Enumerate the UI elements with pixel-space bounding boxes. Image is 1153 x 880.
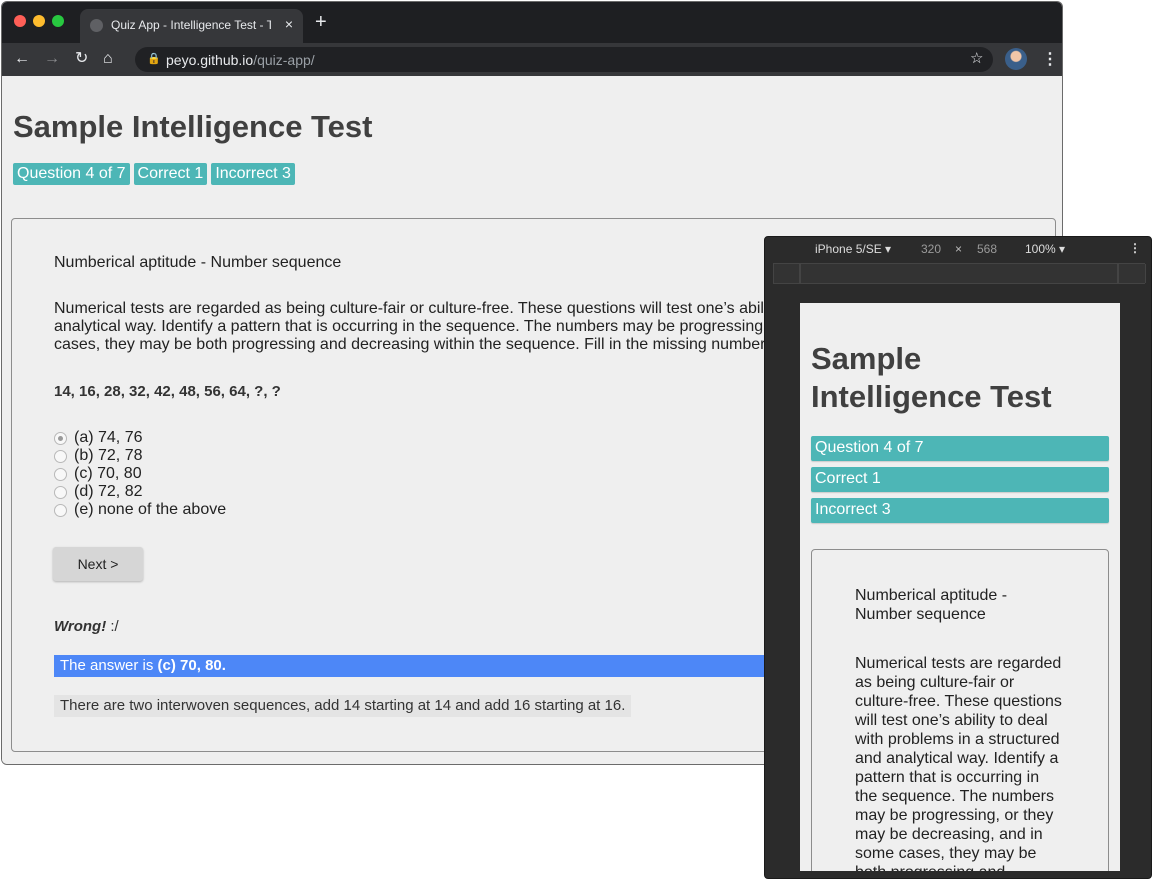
device-select[interactable]: iPhone 5/SE ▾ (815, 242, 891, 256)
option-a[interactable]: (a) 74, 76 (54, 429, 226, 447)
ruler-segment-right[interactable] (1117, 264, 1146, 283)
ruler-segment-middle[interactable] (799, 264, 1119, 283)
mobile-question-category: Numberical aptitude - Number sequence (855, 587, 1008, 623)
page-title: Sample Intelligence Test (13, 109, 373, 144)
mobile-incorrect-count-badge: Incorrect 3 (811, 498, 1109, 523)
answer-value: (c) 70, 80. (157, 657, 226, 674)
question-category: Numberical aptitude - Number sequence (54, 254, 342, 271)
device-toolbar: iPhone 5/SE ▾ 320 × 568 100% ▾ ⋮ (765, 237, 1151, 263)
answer-prefix: The answer is (60, 657, 158, 674)
option-c[interactable]: (c) 70, 80 (54, 465, 226, 483)
option-e[interactable]: (e) none of the above (54, 501, 226, 519)
forward-arrow-icon[interactable]: → (44, 49, 60, 69)
minimize-window-button[interactable] (33, 15, 45, 27)
lock-icon[interactable]: 🔒 (147, 52, 161, 65)
option-e-label: (e) none of the above (74, 501, 227, 518)
option-d[interactable]: (d) 72, 82 (54, 483, 226, 501)
option-d-label: (d) 72, 82 (74, 483, 143, 500)
radio-option-a[interactable] (54, 431, 67, 445)
number-sequence: 14, 16, 28, 32, 42, 48, 56, 64, ?, ? (54, 383, 281, 400)
next-button[interactable]: Next > (53, 547, 143, 581)
mobile-page-title: Sample Intelligence Test (811, 341, 1052, 414)
option-b-label: (b) 72, 78 (74, 447, 143, 464)
mobile-question-description: Numerical tests are regarded as being cu… (855, 655, 1062, 871)
mobile-question-card: Numberical aptitude - Number sequence Nu… (811, 549, 1109, 871)
result-rest: :/ (106, 618, 119, 635)
media-query-ruler (773, 263, 1146, 284)
back-arrow-icon[interactable]: ← (14, 49, 30, 69)
status-badges: Question 4 of 7 Correct 1 Incorrect 3 (13, 163, 295, 185)
result-message: Wrong! :/ (54, 618, 119, 635)
bookmark-star-icon[interactable]: ☆ (970, 49, 983, 67)
tab-title: Quiz App - Intelligence Test - T (111, 18, 271, 32)
browser-tab[interactable]: Quiz App - Intelligence Test - T × (80, 9, 303, 43)
viewport-width-field[interactable]: 320 (921, 242, 941, 256)
dimension-separator: × (955, 242, 963, 256)
correct-count-badge: Correct 1 (133, 163, 208, 185)
question-counter-badge: Question 4 of 7 (13, 163, 130, 185)
option-c-label: (c) 70, 80 (74, 465, 142, 482)
maximize-window-button[interactable] (52, 15, 64, 27)
new-tab-button[interactable]: + (315, 12, 327, 32)
radio-option-d[interactable] (54, 485, 67, 499)
tab-strip: Quiz App - Intelligence Test - T × + (2, 2, 1062, 43)
answer-options: (a) 74, 76 (b) 72, 78 (c) 70, 80 (d) 72,… (54, 429, 226, 519)
option-b[interactable]: (b) 72, 78 (54, 447, 226, 465)
profile-avatar[interactable] (1005, 48, 1027, 70)
viewport-height-field[interactable]: 568 (977, 242, 997, 256)
ruler-segment-left[interactable] (773, 264, 801, 283)
radio-option-e[interactable] (54, 503, 67, 517)
result-strong: Wrong! (54, 618, 107, 635)
address-bar[interactable]: 🔒 peyo.github.io/quiz-app/ (135, 47, 993, 72)
globe-icon (90, 19, 103, 32)
reload-icon[interactable]: ↻ (75, 49, 88, 69)
device-emulator-panel: iPhone 5/SE ▾ 320 × 568 100% ▾ ⋮ Sample … (764, 236, 1152, 879)
radio-option-b[interactable] (54, 449, 67, 463)
mobile-question-counter-badge: Question 4 of 7 (811, 436, 1109, 461)
browser-toolbar: ← → ↻ ⌂ 🔒 peyo.github.io/quiz-app/ ☆ ⋮ (2, 43, 1062, 76)
mobile-viewport: Sample Intelligence Test Question 4 of 7… (800, 303, 1120, 871)
close-tab-icon[interactable]: × (285, 16, 293, 32)
url-path: /quiz-app/ (253, 52, 315, 68)
home-icon[interactable]: ⌂ (103, 49, 113, 69)
option-a-label: (a) 74, 76 (74, 429, 143, 446)
url-text[interactable]: peyo.github.io/quiz-app/ (166, 52, 315, 68)
close-window-button[interactable] (14, 15, 26, 27)
mobile-correct-count-badge: Correct 1 (811, 467, 1109, 492)
answer-explanation: There are two interwoven sequences, add … (54, 695, 632, 717)
zoom-select[interactable]: 100% ▾ (1025, 242, 1065, 256)
incorrect-count-badge: Incorrect 3 (211, 163, 295, 185)
url-host: peyo.github.io (166, 52, 254, 68)
more-options-icon[interactable]: ⋮ (1129, 241, 1141, 255)
radio-option-c[interactable] (54, 467, 67, 481)
browser-menu-icon[interactable]: ⋮ (1042, 49, 1058, 69)
